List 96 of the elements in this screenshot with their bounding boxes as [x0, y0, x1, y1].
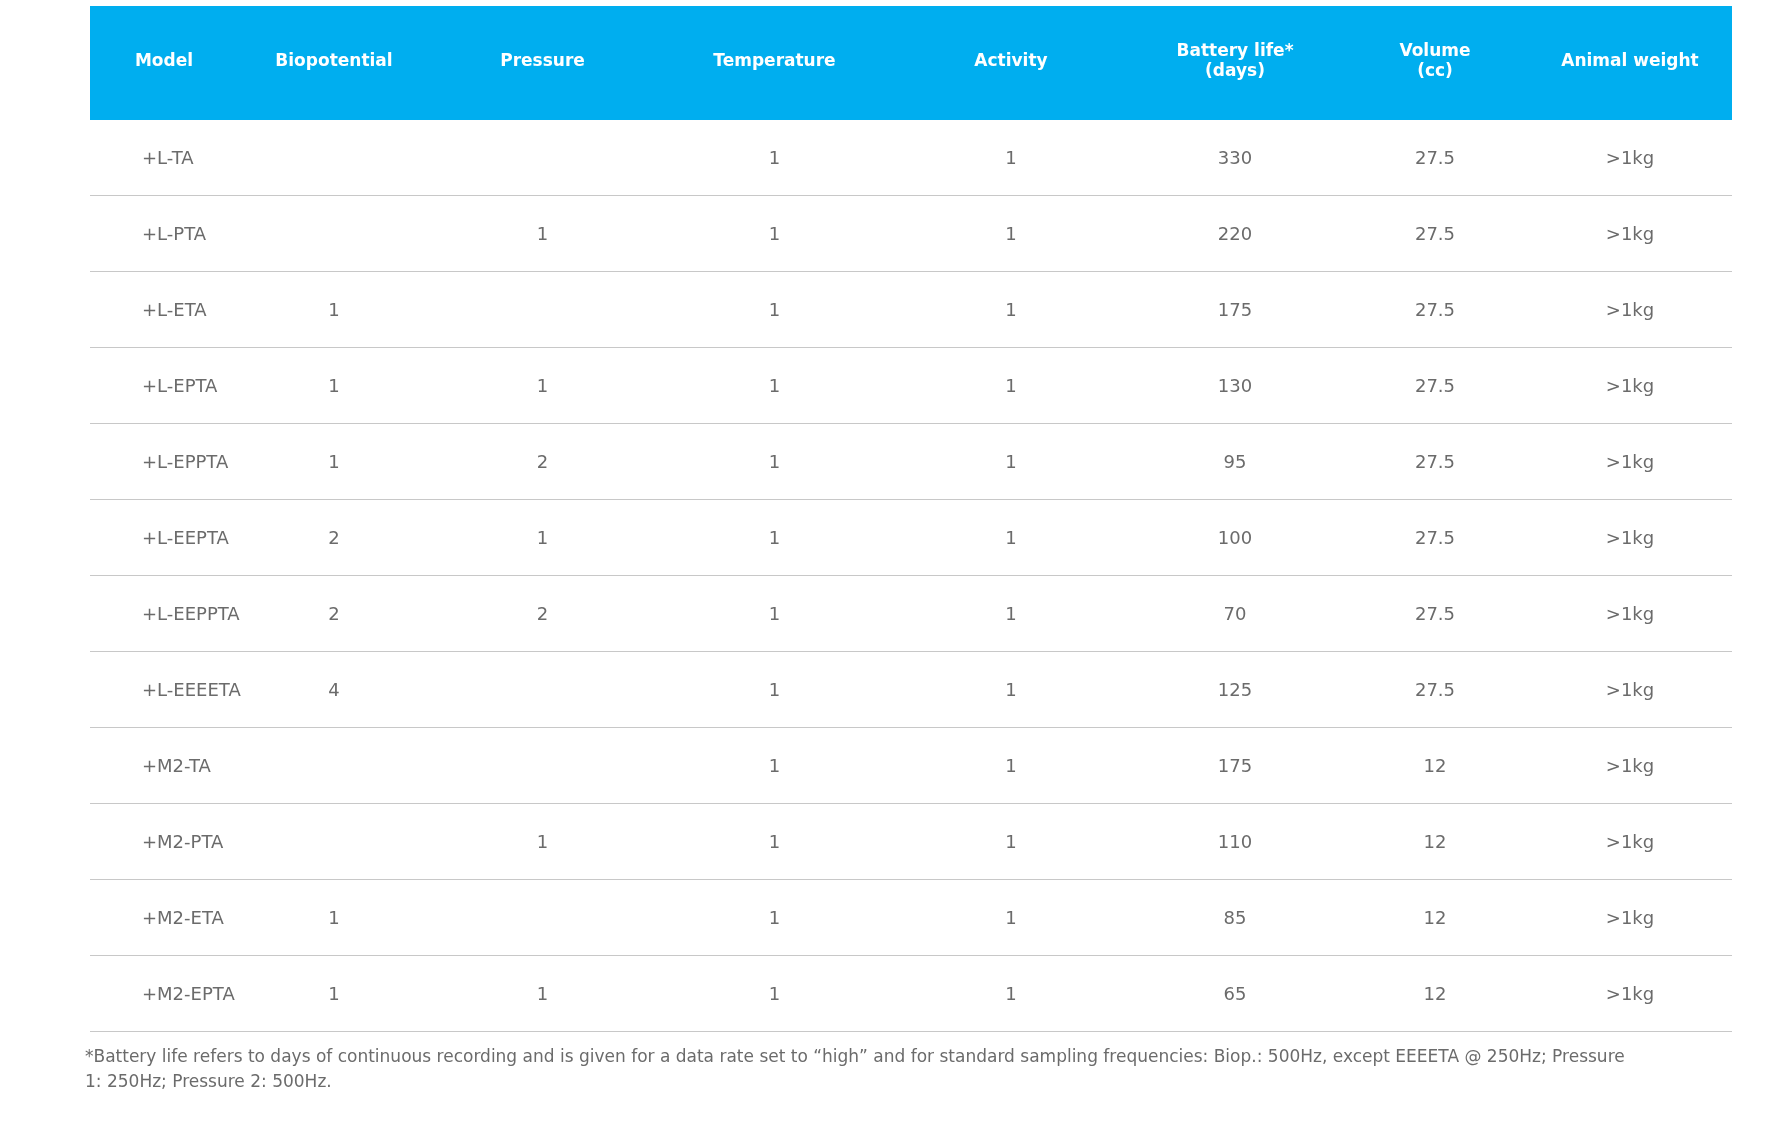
column-header: Volume (cc) — [1342, 6, 1528, 120]
table-cell: 65 — [1223, 983, 1247, 1004]
table-cell: 27.5 — [1414, 299, 1456, 320]
model-name: +L-TA — [142, 147, 194, 168]
table-cell: 27.5 — [1414, 679, 1456, 700]
table-cell: 2 — [328, 527, 340, 548]
table-cell: 130 — [1217, 375, 1253, 396]
table-cell: 27.5 — [1414, 223, 1456, 244]
footnote: *Battery life refers to days of continuous recording and is given for a data rate set to “high” and for standard sampling frequencies: Biop.: 500Hz, except EEEETA @ 250Hz; Pressure 1: 250Hz; Pressure 2: 500Hz. — [85, 1045, 1626, 1093]
table-cell: 175 — [1217, 299, 1253, 320]
table-cell: 12 — [1423, 831, 1447, 852]
table-cell: 2 — [536, 451, 549, 472]
table-cell: >1kg — [1605, 147, 1655, 168]
table-cell: 175 — [1217, 755, 1253, 776]
table-cell: 27.5 — [1414, 375, 1456, 396]
table-cell: 1 — [768, 147, 781, 168]
table-cell: 125 — [1217, 679, 1253, 700]
table-cell: 1 — [768, 679, 781, 700]
table-cell: >1kg — [1605, 223, 1655, 244]
table-cell: 95 — [1223, 451, 1247, 472]
model-name: +L-EPTA — [142, 375, 218, 396]
table-cell: 1 — [1005, 147, 1017, 168]
table-cell: 1 — [768, 983, 781, 1004]
table-cell: 27.5 — [1414, 451, 1456, 472]
table-cell: 1 — [328, 375, 340, 396]
table-cell: 1 — [536, 831, 549, 852]
model-name: +L-PTA — [142, 223, 207, 244]
table-cell: 1 — [536, 527, 549, 548]
table-cell: 100 — [1217, 527, 1253, 548]
table-cell: 1 — [328, 983, 340, 1004]
table-cell: 85 — [1223, 907, 1247, 928]
table-cell: 1 — [536, 983, 549, 1004]
table-cell: 1 — [536, 375, 549, 396]
table-cell: >1kg — [1605, 679, 1655, 700]
model-name: +L-EEPTA — [142, 527, 229, 548]
table-cell: >1kg — [1605, 603, 1655, 624]
table-cell: 1 — [1005, 983, 1017, 1004]
table-cell: 1 — [768, 451, 781, 472]
model-name: +L-ETA — [142, 299, 207, 320]
table-cell: 12 — [1423, 907, 1447, 928]
table-cell: 1 — [536, 223, 549, 244]
column-header: Activity — [894, 6, 1128, 120]
table-cell: 1 — [1005, 299, 1017, 320]
table-cell: 220 — [1217, 223, 1253, 244]
column-header: Animal weight — [1528, 6, 1732, 120]
table-cell: 1 — [328, 299, 340, 320]
table-cell: 27.5 — [1414, 147, 1456, 168]
table-cell: >1kg — [1605, 907, 1655, 928]
table-cell: 12 — [1423, 983, 1447, 1004]
table-cell: 1 — [768, 603, 781, 624]
column-header: Battery life* (days) — [1128, 6, 1342, 120]
table-cell: >1kg — [1605, 983, 1655, 1004]
table-cell: 4 — [328, 679, 340, 700]
table-cell: >1kg — [1605, 831, 1655, 852]
model-name: +M2-ETA — [142, 907, 224, 928]
table-cell: 1 — [768, 527, 781, 548]
table-cell: 70 — [1223, 603, 1247, 624]
table-cell: >1kg — [1605, 375, 1655, 396]
column-header: Biopotential — [238, 6, 430, 120]
column-header: Temperature — [655, 6, 894, 120]
table-cell: >1kg — [1605, 755, 1655, 776]
column-header: Pressure — [430, 6, 655, 120]
column-header: Model — [90, 6, 238, 120]
table-cell: 1 — [768, 223, 781, 244]
table-cell: 1 — [1005, 603, 1017, 624]
table-cell: 330 — [1217, 147, 1253, 168]
table-cell: 2 — [536, 603, 549, 624]
table-cell: 1 — [768, 299, 781, 320]
table-cell: 1 — [768, 907, 781, 928]
table-cell: 1 — [1005, 831, 1017, 852]
model-name: +M2-EPTA — [142, 983, 235, 1004]
table-cell: 1 — [1005, 223, 1017, 244]
table-cell: 1 — [1005, 451, 1017, 472]
table-cell: 110 — [1217, 831, 1253, 852]
table-cell: >1kg — [1605, 527, 1655, 548]
table-cell: 12 — [1423, 755, 1447, 776]
table-cell: >1kg — [1605, 451, 1655, 472]
model-name: +L-EEEETA — [142, 679, 241, 700]
table-cell: 1 — [768, 755, 781, 776]
table-cell: 1 — [1005, 755, 1017, 776]
table-cell: 27.5 — [1414, 603, 1456, 624]
table-cell: 1 — [1005, 375, 1017, 396]
table-cell: >1kg — [1605, 299, 1655, 320]
table-cell: 1 — [1005, 907, 1017, 928]
table-cell: 1 — [1005, 679, 1017, 700]
table-cell: 1 — [1005, 527, 1017, 548]
model-name: +L-EPPTA — [142, 451, 229, 472]
table-cell: 27.5 — [1414, 527, 1456, 548]
model-name: +M2-TA — [142, 755, 211, 776]
table-cell: 1 — [768, 375, 781, 396]
table-cell: 2 — [328, 603, 340, 624]
model-name: +L-EEPPTA — [142, 603, 240, 624]
table-cell: 1 — [768, 831, 781, 852]
table-cell: 1 — [328, 451, 340, 472]
model-name: +M2-PTA — [142, 831, 224, 852]
table-cell: 1 — [328, 907, 340, 928]
